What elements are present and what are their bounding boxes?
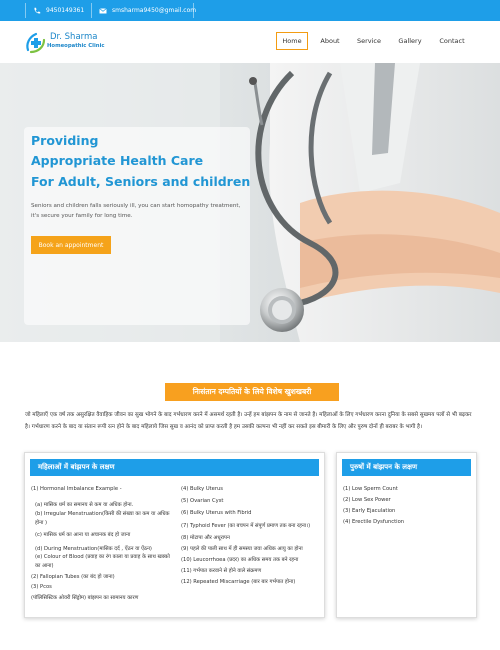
nav-contact[interactable]: Contact (435, 32, 469, 50)
site-header: Dr. Sharma Homeopathic Clinic Home About… (0, 21, 500, 63)
email-icon (99, 7, 107, 15)
list-item: (1) Hormonal Imbalance Example - (31, 486, 122, 492)
men-card-heading: पुरुषों में बांझपन के लक्षण (342, 459, 471, 476)
hero-title-line-1: Providing (31, 133, 99, 148)
clinic-logo[interactable] (24, 30, 48, 54)
list-item: (9) पहले की पाली साथ में ही समस्या जवा अ… (181, 546, 303, 552)
phone-contact[interactable]: 9450149361 (33, 0, 84, 21)
list-item: (1) Low Sperm Count (343, 486, 398, 492)
list-item: (8) मोटापा और अधूरापन (181, 535, 230, 541)
list-item: (3) Pcos (31, 584, 52, 590)
divider (25, 3, 26, 18)
nav-about[interactable]: About (315, 32, 345, 50)
email-address: smsharma9450@gmail.com (112, 7, 197, 14)
nav-service[interactable]: Service (352, 32, 386, 50)
list-item: (2) Low Sex Power (343, 497, 391, 503)
phone-number: 9450149361 (46, 7, 85, 14)
women-infertility-card: महिलाओं में बांझपन के लक्षण (1) Hormonal… (24, 452, 325, 618)
divider (193, 3, 194, 18)
email-contact[interactable]: smsharma9450@gmail.com (99, 0, 196, 21)
men-infertility-card: पुरुषों में बांझपन के लक्षण (1) Low Sper… (336, 452, 477, 618)
list-item: (पॉलिसिस्टिक ओवरी सिंड्रोम) बांझपन का सा… (31, 595, 139, 601)
list-item: (7) Typhoid Fever (का बचपन में संपूर्ण प… (181, 523, 311, 529)
list-item: (6) Bulky Uterus with Fibrid (181, 510, 252, 516)
women-card-heading: महिलाओं में बांझपन के लक्षण (30, 459, 319, 476)
list-item: (d) During Menstruation(मासिक दर्द , ऐंठ… (35, 546, 152, 552)
divider (91, 3, 92, 18)
top-contact-bar: 9450149361 smsharma9450@gmail.com (0, 0, 500, 21)
list-item: (a) मासिक धर्म का समानय से कम या अधिक हो… (35, 502, 134, 508)
hero-description: Seniors and children falls seriously ill… (31, 203, 241, 219)
list-item: (12) Repeated Miscarriage (बार बार गर्भप… (181, 579, 296, 585)
hero-title-line-3: For Adult, Seniors and children (31, 174, 251, 189)
hero-slider: Providing Appropriate Health Care For Ad… (0, 63, 500, 342)
list-item: (10) Leucorrhoea (प्रदर) का अधिक समय तक … (181, 557, 299, 563)
phone-icon (33, 7, 41, 15)
section-intro: जो महिलाएँ एक वर्ष तक असुरक्षित वैवाहिक … (25, 412, 472, 430)
list-item: (c) मासिक धर्म का आना या अचानक बंद हो जा… (35, 532, 131, 538)
list-item: (3) Early Ejaculation (343, 508, 396, 514)
list-item: (11) गर्भपात करवाने से होने वाले संक्रमण (181, 568, 262, 574)
hero-title-line-2: Appropriate Health Care (31, 153, 204, 168)
list-item: (5) Ovarian Cyst (181, 498, 224, 504)
brand-subtitle: Homeopathic Clinic (47, 43, 105, 49)
list-item: (4) Bulky Uterus (181, 486, 223, 492)
list-item: (b) Irregular Menstruation(किसी की संख्य… (35, 511, 170, 526)
nav-home[interactable]: Home (276, 32, 308, 50)
brand-name: Dr. Sharma (50, 32, 98, 42)
nav-gallery[interactable]: Gallery (394, 32, 426, 50)
section-banner: निःसंतान दम्पतियों के लिये विशेष खुशखबरी (165, 383, 339, 401)
list-item: (e) Colour of Blood (प्रवाह का रंग काला … (35, 554, 170, 569)
book-appointment-button[interactable]: Book an appointment (31, 236, 111, 254)
list-item: (4) Erectile Dysfunction (343, 519, 405, 525)
list-item: (2) Fallopian Tubes (का बंद हो जाना) (31, 574, 115, 580)
